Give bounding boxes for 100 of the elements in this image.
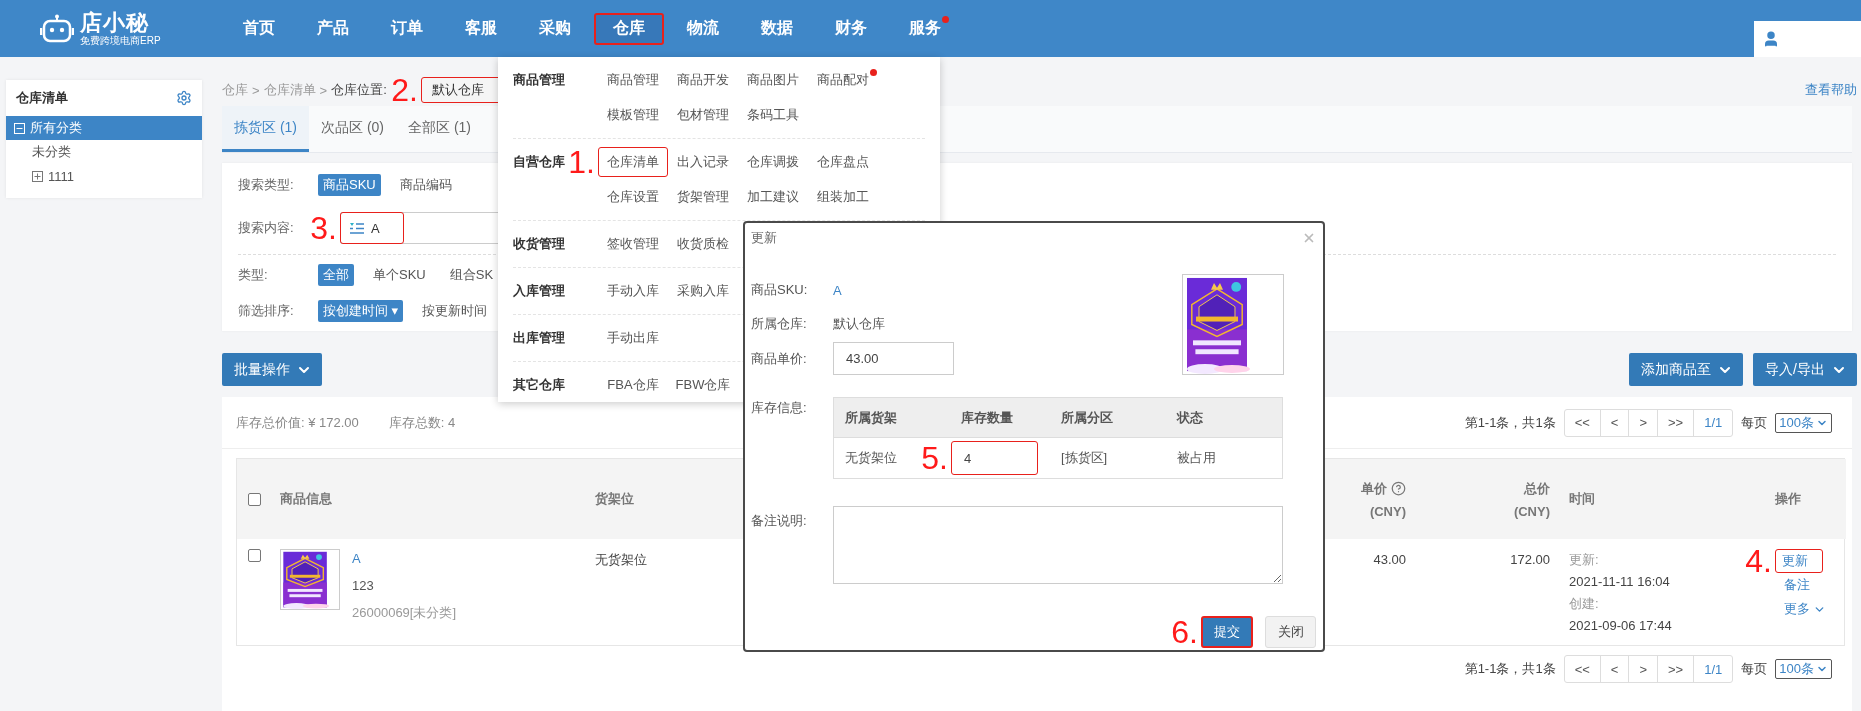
menu-item[interactable]: 仓库盘点 — [808, 147, 878, 177]
field-label: 库存信息: — [751, 399, 808, 417]
page-button[interactable]: > — [1629, 656, 1659, 682]
action-link[interactable]: 备注 — [1775, 573, 1811, 597]
menu-item[interactable]: 组装加工 — [808, 182, 878, 212]
page-button[interactable]: < — [1600, 656, 1630, 682]
nav-item[interactable]: 服务 — [890, 12, 960, 45]
menu-item[interactable]: 模板管理 — [598, 100, 668, 130]
logo-tagline: 免费跨境电商ERP — [80, 35, 161, 47]
help-link[interactable]: 查看帮助 — [1805, 81, 1857, 99]
expand-icon[interactable] — [32, 170, 43, 182]
close-button[interactable]: 关闭 — [1265, 616, 1316, 648]
logo-name: 店小秘 — [80, 10, 150, 35]
tab[interactable]: 全部区 (1) — [396, 106, 483, 152]
menu-item[interactable]: 商品开发 — [668, 65, 738, 95]
menu-group-title: 商品管理 — [513, 71, 565, 89]
filter-option[interactable]: 组合SK — [444, 264, 499, 286]
menu-item[interactable]: 商品配对 — [808, 65, 878, 95]
menu-item[interactable]: 货架管理 — [668, 182, 738, 212]
shelf-location: 无货架位 — [595, 551, 647, 569]
menu-item[interactable]: 商品管理 — [598, 65, 668, 95]
page-range: 第1-1条，共1条 — [1464, 660, 1556, 678]
settings-icon[interactable] — [176, 90, 192, 106]
zone-name: [拣货区] — [1061, 449, 1108, 467]
help-icon[interactable] — [1391, 481, 1406, 496]
filter-option[interactable]: 按创建时间 ▾ — [318, 300, 404, 322]
location-label: 仓库位置: — [331, 81, 387, 99]
nav-item[interactable]: 客服 — [446, 12, 516, 45]
tab[interactable]: 次品区 (0) — [309, 106, 396, 152]
page-button[interactable]: << — [1564, 409, 1601, 436]
total-price: 172.00 — [1510, 551, 1550, 569]
add-to-button[interactable]: 添加商品至 — [1629, 353, 1744, 386]
price-input[interactable]: 43.00 — [833, 342, 954, 375]
nav-item[interactable]: 数据 — [742, 12, 812, 45]
tree-item[interactable]: 1111 — [6, 164, 202, 188]
nav-item[interactable]: 采购 — [520, 12, 590, 45]
menu-item[interactable]: 加工建议 — [738, 182, 808, 212]
menu-item[interactable]: 包材管理 — [668, 100, 738, 130]
field-label: 商品单价: — [751, 349, 808, 368]
column-header: 单价 — [1361, 479, 1387, 498]
per-page-select[interactable]: 100条 — [1775, 659, 1832, 679]
menu-item[interactable]: 签收管理 — [598, 229, 668, 259]
menu-group-title: 其它仓库 — [513, 376, 565, 394]
nav-item[interactable]: 物流 — [668, 12, 738, 45]
menu-item[interactable]: 手动出库 — [598, 323, 668, 353]
menu-item[interactable]: 收货质检 — [668, 229, 738, 259]
sku-link[interactable]: A — [352, 549, 457, 569]
collapse-icon[interactable] — [14, 122, 25, 134]
menu-item[interactable]: 仓库调拨 — [738, 147, 808, 177]
import-export-button[interactable]: 导入/导出 — [1753, 353, 1857, 386]
nav-item[interactable]: 财务 — [816, 12, 886, 45]
column-header: 商品信息 — [280, 490, 332, 508]
nav-item[interactable]: 订单 — [372, 12, 442, 45]
page-button[interactable]: < — [1600, 409, 1630, 436]
user-menu[interactable] — [1754, 21, 1861, 57]
checkbox[interactable] — [248, 492, 261, 506]
tree-item[interactable]: 所有分类 — [6, 116, 202, 140]
nav-item[interactable]: 首页 — [224, 12, 294, 45]
sku-link[interactable]: A — [833, 282, 842, 298]
page-number: 1/1 — [1703, 660, 1724, 679]
nav-item[interactable]: 仓库 — [594, 12, 664, 45]
column-header: 所属分区 — [1050, 398, 1166, 438]
page-button[interactable]: << — [1564, 656, 1601, 682]
filter-option[interactable]: 全部 — [318, 264, 354, 286]
page-button[interactable]: > — [1629, 409, 1659, 436]
filter-option[interactable]: 按更新时间 — [417, 300, 493, 322]
quantity-input[interactable]: 4 — [951, 441, 1038, 475]
menu-item[interactable]: 仓库清单 — [598, 147, 668, 177]
action-link[interactable]: 更新 — [1775, 549, 1823, 573]
per-page-select[interactable]: 100条 — [1775, 412, 1832, 433]
unit-price: 43.00 — [1373, 551, 1406, 569]
submit-button[interactable]: 提交 — [1201, 616, 1253, 648]
menu-item[interactable]: 商品图片 — [738, 65, 808, 95]
menu-item[interactable]: 条码工具 — [738, 100, 808, 130]
tab[interactable]: 拣货区 (1) — [222, 106, 309, 152]
page-button[interactable]: >> — [1658, 656, 1695, 682]
menu-item[interactable]: 出入记录 — [668, 147, 738, 177]
filter-label: 筛选排序: — [238, 302, 294, 320]
menu-item[interactable]: 采购入库 — [668, 276, 738, 306]
filter-option[interactable]: 商品SKU — [318, 174, 381, 196]
filter-option[interactable]: 商品编码 — [394, 174, 457, 196]
bulk-actions-button[interactable]: 批量操作 — [222, 353, 322, 386]
column-unit: (CNY) — [1369, 503, 1406, 519]
filter-option[interactable]: 单个SKU — [368, 264, 431, 286]
menu-item[interactable]: 手动入库 — [598, 276, 668, 306]
note-field[interactable] — [833, 506, 1283, 584]
time-label: 更新: — [1569, 551, 1599, 569]
panel-title: 仓库清单 — [16, 89, 68, 107]
search-input[interactable]: A — [371, 220, 391, 236]
menu-item[interactable]: FBW仓库 — [668, 370, 738, 400]
menu-item[interactable]: FBA仓库 — [598, 370, 668, 400]
checkbox[interactable] — [248, 549, 261, 562]
timestamp: 2021-11-11 16:04 — [1569, 573, 1670, 591]
tree-item[interactable]: 未分类 — [6, 140, 202, 164]
page-button[interactable]: >> — [1658, 409, 1695, 436]
action-link[interactable]: 更多 — [1775, 597, 1827, 621]
step-number: 3. — [310, 212, 337, 244]
nav-item[interactable]: 产品 — [298, 12, 368, 45]
step-number: 6. — [1171, 616, 1198, 648]
menu-item[interactable]: 仓库设置 — [598, 182, 668, 212]
